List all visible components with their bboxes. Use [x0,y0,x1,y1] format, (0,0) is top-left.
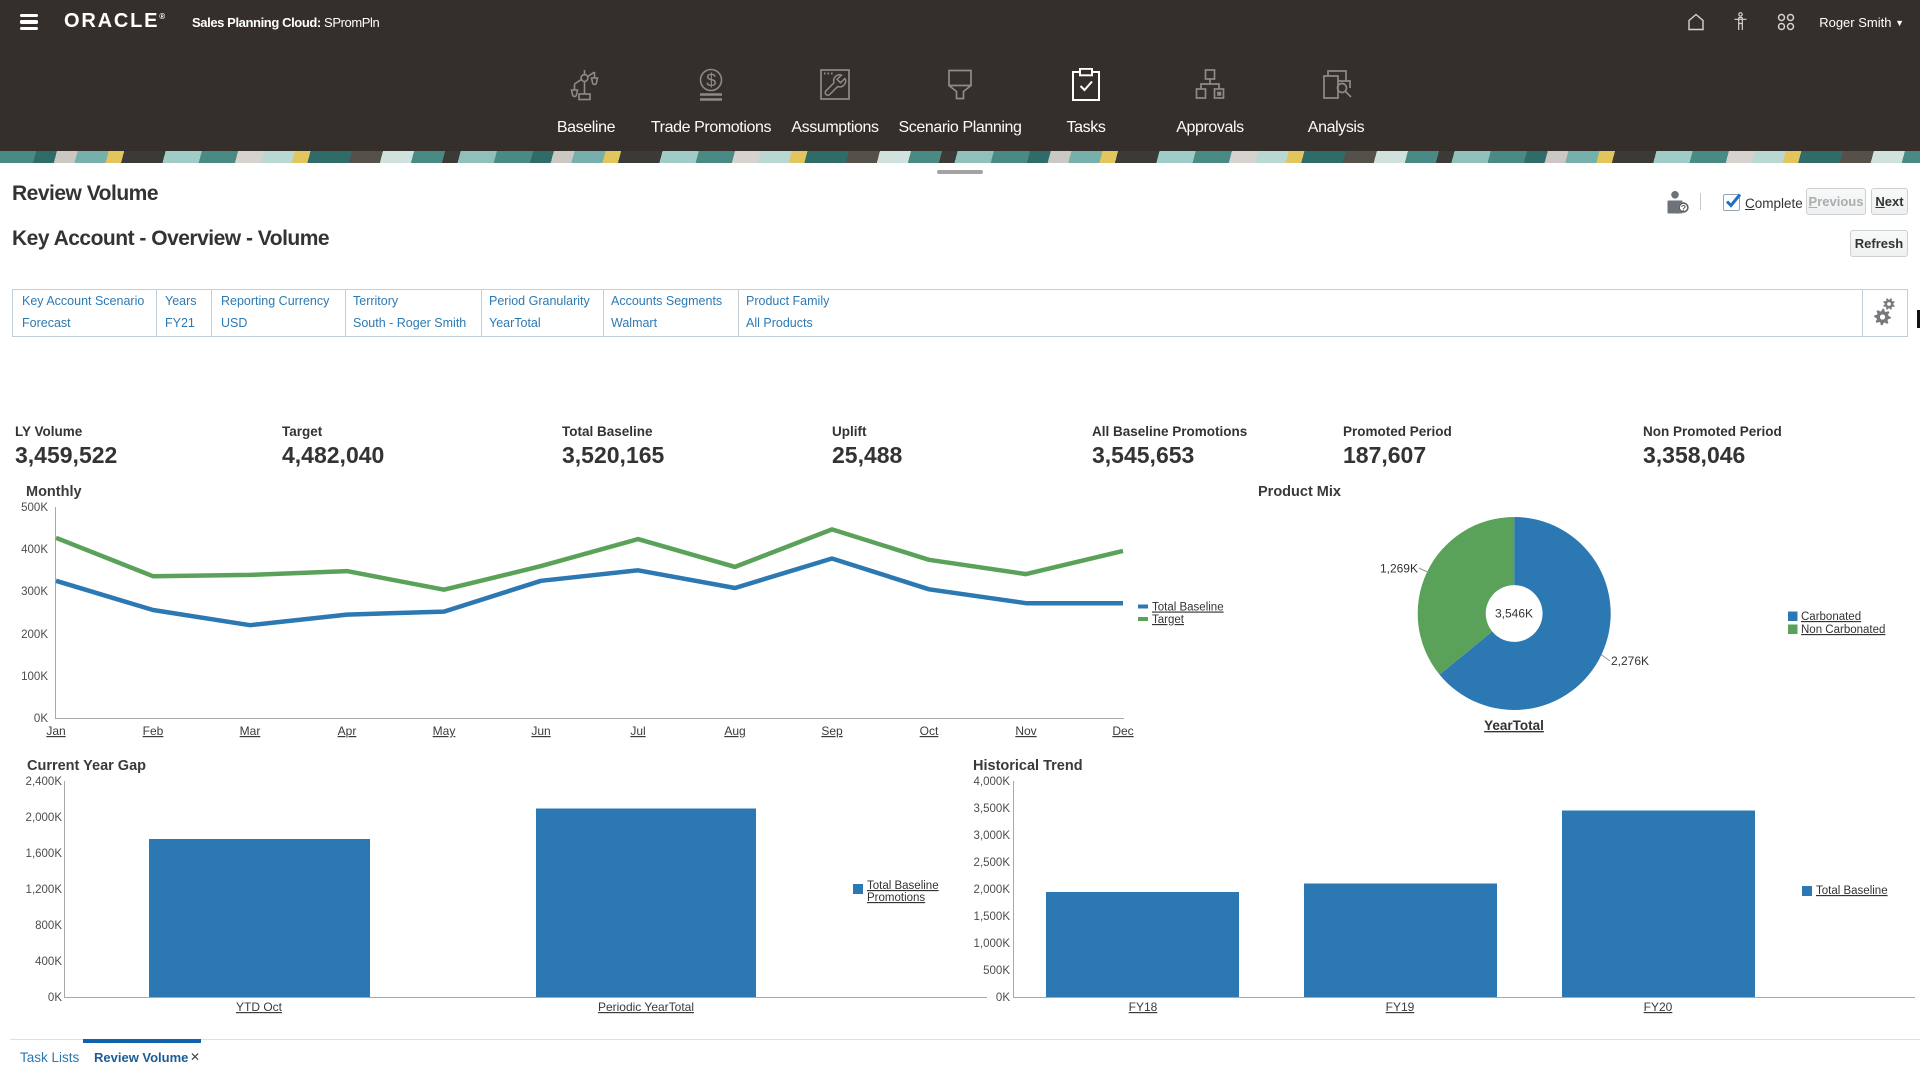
svg-text:500K: 500K [983,965,1010,977]
svg-text:100K: 100K [21,671,48,683]
svg-text:Mar: Mar [240,724,261,738]
svg-text:2,500K: 2,500K [974,857,1011,869]
svg-text:Feb: Feb [143,724,164,738]
svg-text:500K: 500K [21,502,48,514]
svg-text:1,200K: 1,200K [26,884,63,896]
svg-text:1,600K: 1,600K [26,848,63,860]
svg-text:2,000K: 2,000K [974,884,1011,896]
svg-text:Total Baseline: Total Baseline [1152,602,1224,614]
svg-text:Nov: Nov [1015,724,1036,738]
svg-text:Promotions: Promotions [867,892,925,904]
svg-text:Oct: Oct [920,724,939,738]
svg-text:2,276K: 2,276K [1611,654,1649,668]
svg-text:FY18: FY18 [1129,1000,1158,1014]
svg-text:Apr: Apr [338,724,357,738]
svg-text:Periodic YearTotal: Periodic YearTotal [598,1000,694,1014]
svg-text:400K: 400K [21,544,48,556]
svg-text:800K: 800K [35,920,62,932]
svg-text:0K: 0K [48,992,62,1004]
svg-text:3,500K: 3,500K [974,803,1011,815]
svg-text:Carbonated: Carbonated [1801,611,1861,623]
svg-text:Jul: Jul [630,724,645,738]
svg-text:2,400K: 2,400K [26,776,63,788]
svg-text:Sep: Sep [821,724,843,738]
svg-text:YearTotal: YearTotal [1484,718,1544,733]
svg-text:?: ? [1681,203,1686,213]
svg-text:Target: Target [1152,614,1185,626]
svg-text:Total Baseline: Total Baseline [867,880,939,892]
svg-text:3,546K: 3,546K [1495,607,1533,621]
svg-text:200K: 200K [21,629,48,641]
svg-text:YTD Oct: YTD Oct [236,1000,283,1014]
svg-text:Jun: Jun [531,724,550,738]
svg-text:Dec: Dec [1112,724,1133,738]
svg-text:3,000K: 3,000K [974,830,1011,842]
svg-text:4,000K: 4,000K [974,776,1011,788]
svg-text:300K: 300K [21,586,48,598]
svg-text:FY20: FY20 [1644,1000,1673,1014]
svg-text:May: May [433,724,456,738]
svg-text:$: $ [706,71,716,91]
svg-text:2,000K: 2,000K [26,812,63,824]
svg-text:1,500K: 1,500K [974,911,1011,923]
svg-text:Jan: Jan [46,724,65,738]
svg-text:400K: 400K [35,956,62,968]
svg-text:FY19: FY19 [1386,1000,1415,1014]
svg-text:1,269K: 1,269K [1380,562,1418,576]
svg-text:1,000K: 1,000K [974,938,1011,950]
svg-text:Total Baseline: Total Baseline [1816,885,1888,897]
svg-text:Non Carbonated: Non Carbonated [1801,624,1885,636]
svg-text:Aug: Aug [724,724,745,738]
svg-text:0K: 0K [996,992,1010,1004]
